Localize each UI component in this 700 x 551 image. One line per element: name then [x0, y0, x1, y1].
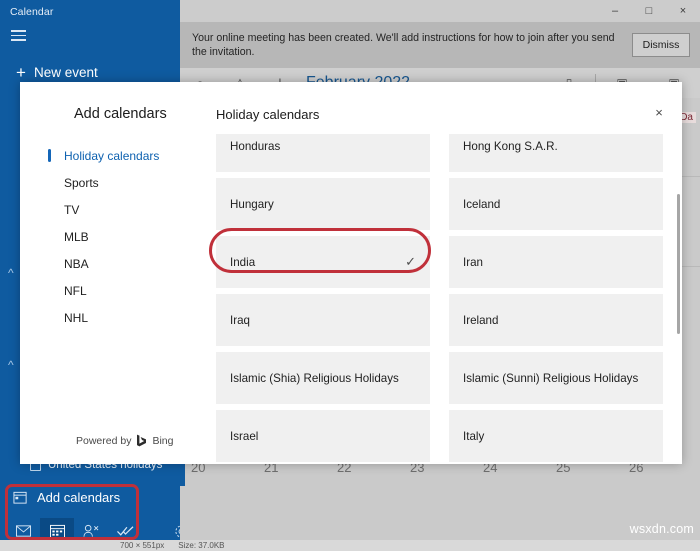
dialog-sidebar-item-label: NFL: [64, 283, 87, 298]
dialog-sidebar-item-nba[interactable]: NBA: [20, 250, 192, 277]
chevron-up-icon[interactable]: ^: [8, 266, 14, 280]
calendar-list-item[interactable]: Ireland: [449, 294, 663, 346]
calendar-list-item[interactable]: India ✓: [216, 236, 430, 288]
calendar-list-item[interactable]: Hungary: [216, 178, 430, 230]
calendar-list-item-label: Hungary: [230, 197, 274, 211]
minimize-button[interactable]: –: [598, 0, 632, 22]
add-calendar-icon: [13, 491, 27, 504]
calendar-list-item[interactable]: Italy: [449, 410, 663, 462]
powered-by-label: Powered by: [76, 434, 132, 447]
bing-logo-icon: [136, 434, 147, 447]
dialog-sidebar-item-holiday-calendars[interactable]: Holiday calendars: [20, 142, 192, 169]
dialog-sidebar-item-tv[interactable]: TV: [20, 196, 192, 223]
status-bar: 700 × 551px Size: 37.0KB: [0, 540, 700, 551]
dialog-title: Add calendars: [74, 106, 167, 122]
calendar-list-item[interactable]: Israel: [216, 410, 430, 462]
calendar-list-item-label: Honduras: [230, 139, 281, 153]
new-event-button[interactable]: + New event: [8, 60, 172, 84]
dialog-sidebar-item-label: NHL: [64, 310, 89, 325]
add-calendars-label: Add calendars: [37, 490, 121, 505]
dialog-sidebar-item-mlb[interactable]: MLB: [20, 223, 192, 250]
dialog-sidebar-item-nfl[interactable]: NFL: [20, 277, 192, 304]
notification-bar: Your online meeting has been created. We…: [180, 22, 700, 68]
dialog-sidebar-item-label: TV: [64, 202, 80, 217]
calendar-list-item-label: Ireland: [463, 313, 499, 327]
calendar-list-item-label: Islamic (Sunni) Religious Holidays: [463, 371, 639, 385]
dismiss-button[interactable]: Dismiss: [632, 33, 690, 57]
calendar-list-item-label: Iran: [463, 255, 483, 269]
status-dimensions: 700 × 551px: [120, 541, 165, 550]
close-icon[interactable]: ×: [644, 98, 674, 126]
dialog-sidebar-item-label: NBA: [64, 256, 89, 271]
list-scrollbar[interactable]: [677, 194, 680, 334]
dialog-sidebar-item-label: Holiday calendars: [64, 148, 160, 163]
calendar-list-item[interactable]: Honduras: [216, 134, 430, 172]
chevron-up-icon[interactable]: ^: [8, 358, 14, 372]
calendar-list-item[interactable]: Islamic (Shia) Religious Holidays: [216, 352, 430, 404]
holiday-calendar-list[interactable]: Honduras Hong Kong S.A.R. Hungary Iceland In…: [216, 134, 682, 464]
calendar-list-item[interactable]: Hong Kong S.A.R.: [449, 134, 663, 172]
dialog-sidebar-item-label: Sports: [64, 175, 99, 190]
window-titlebar: – □ ×: [180, 0, 700, 22]
maximize-button[interactable]: □: [632, 0, 666, 22]
status-filesize: Size: 37.0KB: [178, 541, 225, 550]
add-calendars-button[interactable]: Add calendars: [13, 490, 120, 505]
screenshot-root: Calendar + New event 5 3 7 1 2 2 ^ ^ Uni…: [0, 0, 700, 551]
add-calendars-dialog: Add calendars Holiday calendars × Holida…: [20, 82, 682, 464]
calendar-list-item-label: Islamic (Shia) Religious Holidays: [230, 371, 399, 385]
hamburger-icon[interactable]: [9, 27, 31, 45]
check-icon: ✓: [405, 254, 416, 269]
dialog-sidebar: Holiday calendars Sports TV MLB NBA NFL NHL: [20, 142, 192, 464]
calendar-list-item-label: Italy: [463, 429, 485, 443]
notification-message: Your online meeting has been created. We…: [192, 32, 615, 58]
dialog-sidebar-item-sports[interactable]: Sports: [20, 169, 192, 196]
close-window-button[interactable]: ×: [666, 0, 700, 22]
calendar-list-item[interactable]: Islamic (Sunni) Religious Holidays: [449, 352, 663, 404]
new-event-label: New event: [34, 64, 98, 80]
calendar-list-item[interactable]: Iran: [449, 236, 663, 288]
dialog-sidebar-item-label: MLB: [64, 229, 89, 244]
dialog-sidebar-item-nhl[interactable]: NHL: [20, 304, 192, 331]
calendar-list-item-label: Iceland: [463, 197, 501, 211]
calendar-list-item-label: Israel: [230, 429, 259, 443]
app-title: Calendar: [10, 6, 54, 18]
watermark: wsxdn.com: [629, 522, 694, 536]
bing-label: Bing: [152, 434, 174, 447]
calendar-list-item[interactable]: Iceland: [449, 178, 663, 230]
calendar-list-item-label: India: [230, 255, 256, 269]
calendar-list-item[interactable]: Iraq: [216, 294, 430, 346]
calendar-list-item-label: Iraq: [230, 313, 250, 327]
powered-by-bing: Powered by Bing: [76, 434, 173, 447]
dialog-subtitle: Holiday calendars: [216, 107, 320, 122]
calendar-list-item-label: Hong Kong S.A.R.: [463, 139, 558, 153]
plus-icon: +: [16, 62, 26, 82]
